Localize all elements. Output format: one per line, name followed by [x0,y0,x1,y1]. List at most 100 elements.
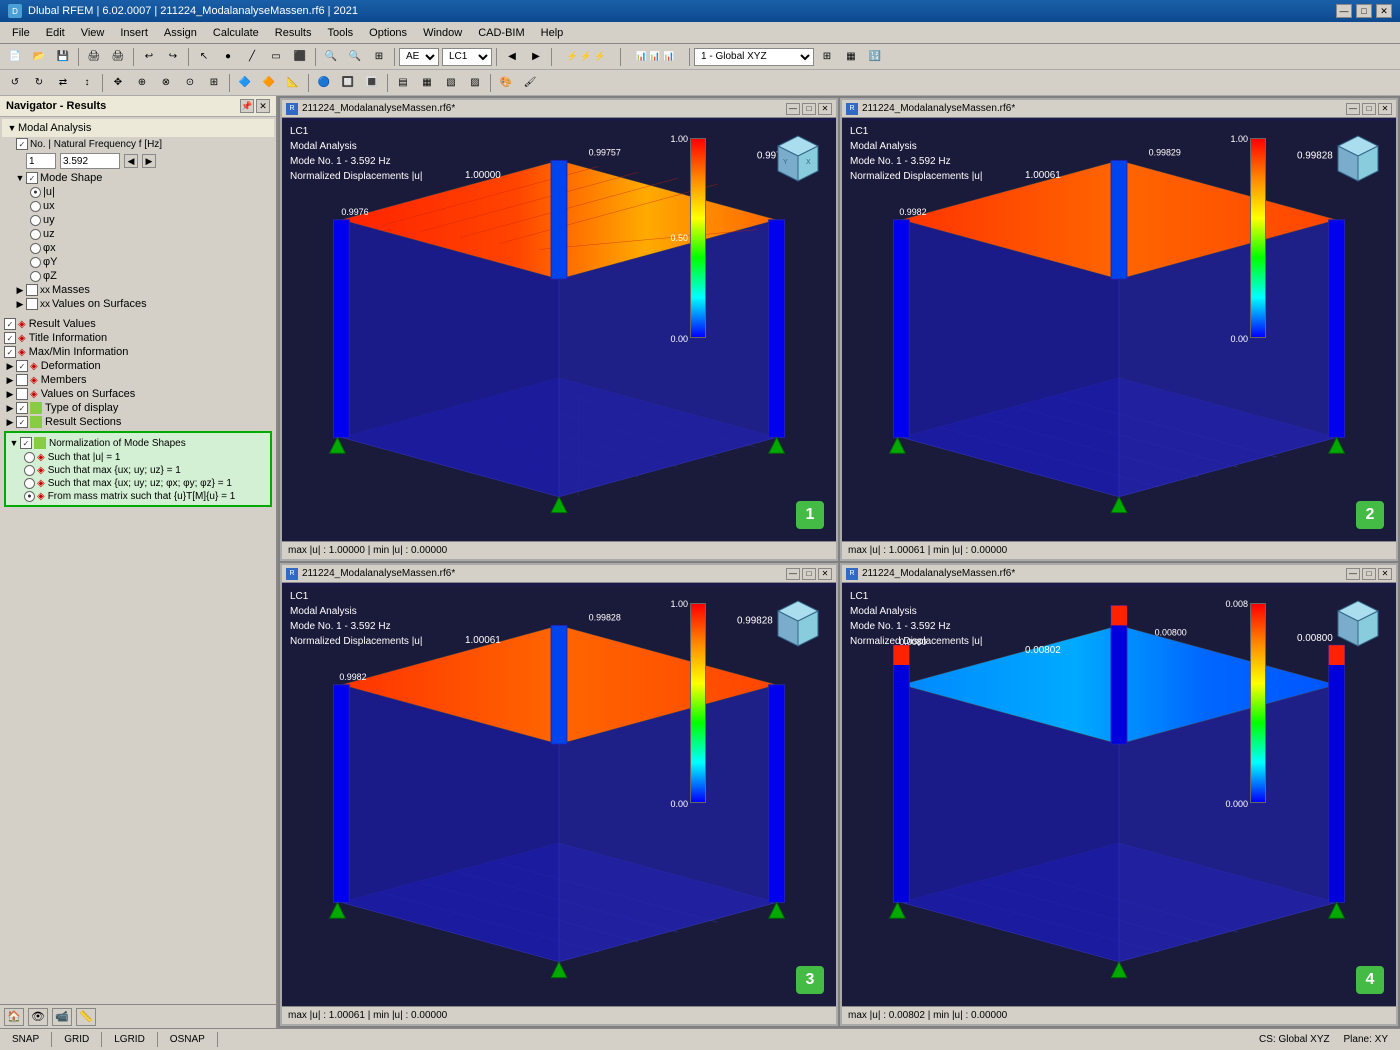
redo-button[interactable]: ↪ [162,47,184,67]
phix-radio[interactable] [30,243,41,254]
norm-option-2-item[interactable]: ◈ Such that max {ux; uy; uz; φx; φy; φz}… [22,477,268,490]
phiz-item[interactable]: φZ [28,269,274,283]
tb2-render2[interactable]: ▦ [416,73,438,93]
expand-result-sections[interactable]: ▶ [4,416,16,428]
solid-button[interactable]: ⬛ [289,47,311,67]
expand-masses[interactable]: ▶ [14,284,26,296]
vp3-close-button[interactable]: ✕ [818,568,832,580]
u-abs-item[interactable]: |u| [28,185,274,199]
tb2-btn4[interactable]: ↕ [76,73,98,93]
menu-help[interactable]: Help [533,25,572,41]
nav-controls[interactable]: 📌 ✕ [240,99,270,113]
lgrid-status[interactable]: LGRID [102,1032,158,1047]
nav-bottom-btn4[interactable]: 📏 [76,1008,96,1026]
new-button[interactable]: 📄 [4,47,26,67]
normalization-checkbox[interactable] [20,437,32,449]
uz-item[interactable]: uz [28,227,274,241]
maximize-button[interactable]: □ [1356,4,1372,18]
menu-edit[interactable]: Edit [38,25,73,41]
tb2-render1[interactable]: ▤ [392,73,414,93]
expand-values-disp[interactable]: ▶ [4,388,16,400]
nav-bottom-btn2[interactable]: 👁 [28,1008,48,1026]
vp4-buttons[interactable]: — □ ✕ [1346,568,1392,580]
view-btn2[interactable]: ▦ [840,47,862,67]
tb2-render4[interactable]: ▨ [464,73,486,93]
result-sections-item[interactable]: ▶ Result Sections [2,415,274,429]
vp2-max-button[interactable]: □ [1362,103,1376,115]
zoom-fit-button[interactable]: ⊞ [368,47,390,67]
print2-button[interactable]: 🖨 [107,47,129,67]
nav-bottom-btn3[interactable]: 📹 [52,1008,72,1026]
freq-hz-input[interactable] [60,153,120,169]
menu-results[interactable]: Results [267,25,320,41]
vp1-close-button[interactable]: ✕ [818,103,832,115]
uy-radio[interactable] [30,215,41,226]
modal-analysis-item[interactable]: ▼ Modal Analysis [2,119,274,137]
tb2-btn14[interactable]: 🔲 [337,73,359,93]
menu-calculate[interactable]: Calculate [205,25,267,41]
tb2-color2[interactable]: 🖌 [519,73,541,93]
vp2-buttons[interactable]: — □ ✕ [1346,103,1392,115]
grid-status[interactable]: GRID [52,1032,102,1047]
tb2-btn5[interactable]: ✥ [107,73,129,93]
menu-tools[interactable]: Tools [319,25,361,41]
vp3-min-button[interactable]: — [786,568,800,580]
tb2-btn11[interactable]: 🔶 [258,73,280,93]
norm-option-1-item[interactable]: ◈ Such that max {ux; uy; uz} = 1 [22,464,268,477]
members-item[interactable]: ▶ ◈ Members [2,373,274,387]
menu-view[interactable]: View [73,25,113,41]
expand-normalization[interactable]: ▼ [8,437,20,449]
tb2-btn1[interactable]: ↺ [4,73,26,93]
zoom-in-button[interactable]: 🔍 [320,47,342,67]
norm-option-3-item[interactable]: ◈ From mass matrix such that {u}T[M]{u} … [22,490,268,503]
members-checkbox[interactable] [16,374,28,386]
vp1-buttons[interactable]: — □ ✕ [786,103,832,115]
vp2-min-button[interactable]: — [1346,103,1360,115]
select-button[interactable]: ↖ [193,47,215,67]
nav-bottom-btn1[interactable]: 🏠 [4,1008,24,1026]
view-select[interactable]: 1 - Global XYZ [694,48,814,66]
phiy-radio[interactable] [30,257,41,268]
freq-prev-button[interactable]: ◀ [124,154,138,168]
phiz-radio[interactable] [30,271,41,282]
snap-status[interactable]: SNAP [0,1032,52,1047]
title-info-item[interactable]: ◈ Title Information [2,331,274,345]
masses-item[interactable]: ▶ xx Masses [12,283,274,297]
mode-shape-item[interactable]: ▼ Mode Shape [12,171,274,185]
vp4-close-button[interactable]: ✕ [1378,568,1392,580]
ux-radio[interactable] [30,201,41,212]
title-controls[interactable]: — □ ✕ [1336,4,1392,18]
view-btn1[interactable]: ⊞ [816,47,838,67]
vp3-buttons[interactable]: — □ ✕ [786,568,832,580]
expand-mode-shape[interactable]: ▼ [14,172,26,184]
back-button[interactable]: ◀ [501,47,523,67]
phiy-item[interactable]: φY [28,255,274,269]
save-button[interactable]: 💾 [52,47,74,67]
tb2-color1[interactable]: 🎨 [495,73,517,93]
open-button[interactable]: 📂 [28,47,50,67]
minimize-button[interactable]: — [1336,4,1352,18]
vp1-min-button[interactable]: — [786,103,800,115]
tb2-btn15[interactable]: 🔳 [361,73,383,93]
vp3-max-button[interactable]: □ [802,568,816,580]
tb2-btn13[interactable]: 🔵 [313,73,335,93]
nav-close-button[interactable]: ✕ [256,99,270,113]
tb2-btn7[interactable]: ⊗ [155,73,177,93]
values-on-surfaces-disp-checkbox[interactable] [16,388,28,400]
normalization-header-item[interactable]: ▼ Normalization of Mode Shapes [8,435,268,451]
values-surfaces-item[interactable]: ▶ xx Values on Surfaces [12,297,274,311]
menu-insert[interactable]: Insert [112,25,156,41]
freq-checkbox[interactable] [16,138,28,150]
result-values-item[interactable]: ◈ Result Values [2,317,274,331]
line-button[interactable]: ╱ [241,47,263,67]
tb2-btn8[interactable]: ⊙ [179,73,201,93]
expand-type-display[interactable]: ▶ [4,402,16,414]
ux-item[interactable]: ux [28,199,274,213]
view-btn3[interactable]: 🔢 [864,47,886,67]
surface-button[interactable]: ▭ [265,47,287,67]
tool2-button[interactable]: 📊 📊 📊 [625,47,685,67]
vp2-close-button[interactable]: ✕ [1378,103,1392,115]
zoom-out-button[interactable]: 🔍 [344,47,366,67]
ae-select[interactable]: AE [399,48,439,66]
tb2-btn9[interactable]: ⊞ [203,73,225,93]
